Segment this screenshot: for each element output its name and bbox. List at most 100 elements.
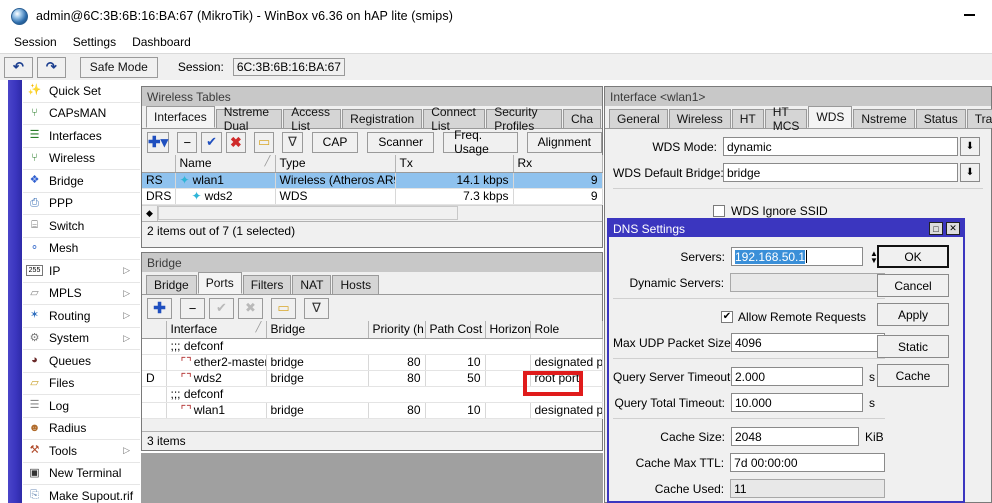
scroll-left-icon[interactable]: ◆ (142, 206, 158, 221)
wireless-col-tx[interactable]: Tx (395, 155, 513, 172)
bridge-col-flags[interactable] (142, 321, 166, 338)
menu-item-settings[interactable]: Settings (65, 34, 124, 50)
bridge-col-horizon[interactable]: Horizon (485, 321, 530, 338)
table-row[interactable]: ⌜⌝ether2-masterbridge8010designated p (142, 354, 602, 370)
sidebar-item-mesh[interactable]: ⚬Mesh (23, 238, 140, 261)
cancel-button[interactable]: Cancel (877, 274, 949, 297)
disable-button[interactable]: ✖ (238, 298, 263, 319)
table-row[interactable]: DRS✦wds2WDS7.3 kbps9 (142, 188, 602, 204)
wireless-col-rx[interactable]: Rx (513, 155, 602, 172)
safe-mode-button[interactable]: Safe Mode (80, 57, 158, 78)
tab-hosts[interactable]: Hosts (332, 275, 379, 294)
sidebar-item-queues[interactable]: ◕Queues (23, 350, 140, 373)
cache-size-input[interactable]: 2048 (731, 427, 859, 446)
tab-ports[interactable]: Ports (198, 272, 242, 294)
sidebar-item-quick-set[interactable]: ✨Quick Set (23, 80, 140, 103)
tab-nstreme[interactable]: Nstreme (853, 109, 914, 128)
undo-arrow-icon[interactable]: ↶ (4, 57, 33, 78)
wds-ignore-ssid-checkbox[interactable] (713, 205, 725, 217)
apply-button[interactable]: Apply (877, 303, 949, 326)
ok-button[interactable]: OK (877, 245, 949, 268)
tab-status[interactable]: Status (916, 109, 966, 128)
bridge-col-priority-h[interactable]: Priority (h... (368, 321, 425, 338)
max-udp-packet-size-input[interactable]: 4096 (731, 333, 885, 352)
chevron-down-icon[interactable]: ⬇ (960, 163, 980, 182)
sidebar-item-files[interactable]: ▱Files (23, 373, 140, 396)
sidebar-item-mpls[interactable]: ▱MPLS▷ (23, 283, 140, 306)
sidebar-item-routing[interactable]: ✶Routing▷ (23, 305, 140, 328)
sidebar-item-bridge[interactable]: ❖Bridge (23, 170, 140, 193)
button-cap[interactable]: CAP (312, 132, 359, 153)
allow-remote-requests-checkbox[interactable]: ✔ (721, 311, 733, 323)
menu-item-dashboard[interactable]: Dashboard (124, 34, 199, 50)
sidebar-item-make-supout-rif[interactable]: ⎘Make Supout.rif (23, 485, 140, 503)
tab-nstreme-dual[interactable]: Nstreme Dual (216, 109, 283, 128)
sidebar-item-radius[interactable]: ☻Radius (23, 418, 140, 441)
sidebar-item-interfaces[interactable]: ☰Interfaces (23, 125, 140, 148)
tab-nat[interactable]: NAT (292, 275, 331, 294)
restore-window-icon[interactable]: □ (929, 222, 943, 235)
enable-button[interactable]: ✔ (201, 132, 221, 153)
sidebar-item-log[interactable]: ☰Log (23, 395, 140, 418)
sidebar-item-capsman[interactable]: ⑂CAPsMAN (23, 103, 140, 126)
query-server-timeout-input[interactable]: 2.000 (731, 367, 863, 386)
wireless-col-name[interactable]: Name╱ (175, 155, 275, 172)
button-scanner[interactable]: Scanner (367, 132, 434, 153)
close-icon[interactable]: ✕ (946, 222, 960, 235)
table-row[interactable]: RS✦wlan1Wireless (Atheros AR9...14.1 kbp… (142, 172, 602, 188)
tab-general[interactable]: General (609, 109, 668, 128)
sidebar-item-switch[interactable]: ⌸Switch (23, 215, 140, 238)
button-alignment[interactable]: Alignment (527, 132, 602, 153)
tab-bridge[interactable]: Bridge (146, 275, 197, 294)
enable-button[interactable]: ✔ (209, 298, 234, 319)
bridge-col-bridge[interactable]: Bridge (266, 321, 368, 338)
sidebar-item-wireless[interactable]: ⑂Wireless (23, 148, 140, 171)
bridge-col-interface[interactable]: Interface╱ (166, 321, 266, 338)
redo-arrow-icon[interactable]: ↷ (37, 57, 66, 78)
tab-connect-list[interactable]: Connect List (423, 109, 485, 128)
comment-button[interactable]: ▭ (254, 132, 274, 153)
wireless-horizontal-scrollbar[interactable]: ◆ (142, 205, 602, 221)
cache-max-ttl-input[interactable]: 7d 00:00:00 (730, 453, 885, 472)
filter-button[interactable]: ∇ (282, 132, 302, 153)
sidebar-item-ppp[interactable]: ⎙PPP (23, 193, 140, 216)
remove-button[interactable]: − (177, 132, 197, 153)
bridge-col-role[interactable]: Role (530, 321, 602, 338)
remove-button[interactable]: − (180, 298, 205, 319)
tab-traffic[interactable]: Traffic (967, 109, 992, 128)
wireless-col-flags[interactable] (142, 155, 175, 172)
session-value[interactable]: 6C:3B:6B:16:BA:67 (233, 58, 345, 76)
tab-security-profiles[interactable]: Security Profiles (486, 109, 562, 128)
tab-cha[interactable]: Cha (563, 109, 601, 128)
wds-mode-input[interactable]: dynamic (723, 137, 958, 156)
tab-ht-mcs[interactable]: HT MCS (765, 109, 808, 128)
sidebar-item-tools[interactable]: ⚒Tools▷ (23, 440, 140, 463)
sidebar-item-ip[interactable]: 255IP▷ (23, 260, 140, 283)
tab-interfaces[interactable]: Interfaces (146, 106, 215, 128)
tab-wds[interactable]: WDS (808, 106, 852, 128)
sidebar-item-new-terminal[interactable]: ▣New Terminal (23, 463, 140, 486)
tab-registration[interactable]: Registration (342, 109, 422, 128)
filter-button[interactable]: ∇ (304, 298, 329, 319)
add-button[interactable]: ✚ (147, 298, 172, 319)
wds-default-bridge-input[interactable]: bridge (723, 163, 958, 182)
add-button[interactable]: ✚▾ (147, 132, 169, 153)
cache-button[interactable]: Cache (877, 364, 949, 387)
table-comment-row[interactable]: ;;; defconf (142, 338, 602, 354)
tab-access-list[interactable]: Access List (283, 109, 341, 128)
tab-ht[interactable]: HT (732, 109, 764, 128)
button-freq-usage[interactable]: Freq. Usage (443, 132, 518, 153)
query-total-timeout-input[interactable]: 10.000 (731, 393, 863, 412)
menu-item-session[interactable]: Session (6, 34, 65, 50)
tab-wireless[interactable]: Wireless (669, 109, 731, 128)
static-button[interactable]: Static (877, 335, 949, 358)
minimize-icon[interactable] (946, 0, 992, 30)
bridge-col-path-cost[interactable]: Path Cost (425, 321, 485, 338)
wireless-col-type[interactable]: Type (275, 155, 395, 172)
disable-button[interactable]: ✖ (226, 132, 246, 153)
servers-input[interactable]: 192.168.50.1 (731, 247, 863, 266)
chevron-down-icon[interactable]: ⬇ (960, 137, 980, 156)
tab-filters[interactable]: Filters (243, 275, 292, 294)
sidebar-item-system[interactable]: ⚙System▷ (23, 328, 140, 351)
table-row[interactable]: ⌜⌝wlan1bridge8010designated p (142, 402, 602, 418)
